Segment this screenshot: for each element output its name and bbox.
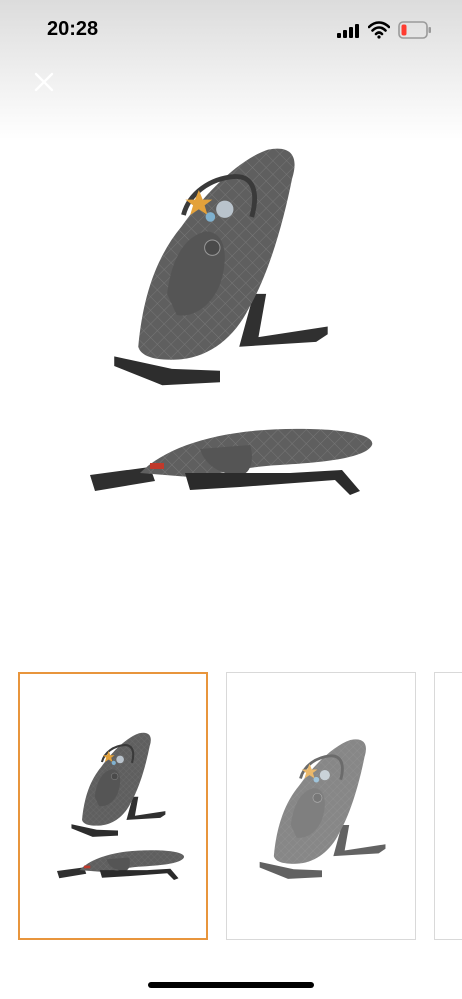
- close-icon: [34, 72, 54, 92]
- status-time: 20:28: [47, 18, 99, 40]
- baby-bouncer-image: [90, 130, 373, 495]
- thumbnail-2-image: [258, 737, 388, 881]
- thumbnail-3[interactable]: [434, 672, 462, 940]
- status-bar: 20:28: [0, 0, 462, 60]
- thumbnail-1-image: [57, 731, 185, 880]
- cellular-signal-icon: [337, 24, 359, 38]
- thumbnail-2[interactable]: [226, 672, 416, 940]
- thumbnail-1-selected[interactable]: [18, 672, 208, 940]
- battery-low-icon: [398, 21, 431, 39]
- main-product-image[interactable]: [0, 130, 462, 650]
- wifi-icon: [368, 21, 390, 39]
- close-button[interactable]: [30, 68, 58, 96]
- home-indicator[interactable]: [148, 982, 314, 988]
- thumbnail-strip: [0, 670, 462, 942]
